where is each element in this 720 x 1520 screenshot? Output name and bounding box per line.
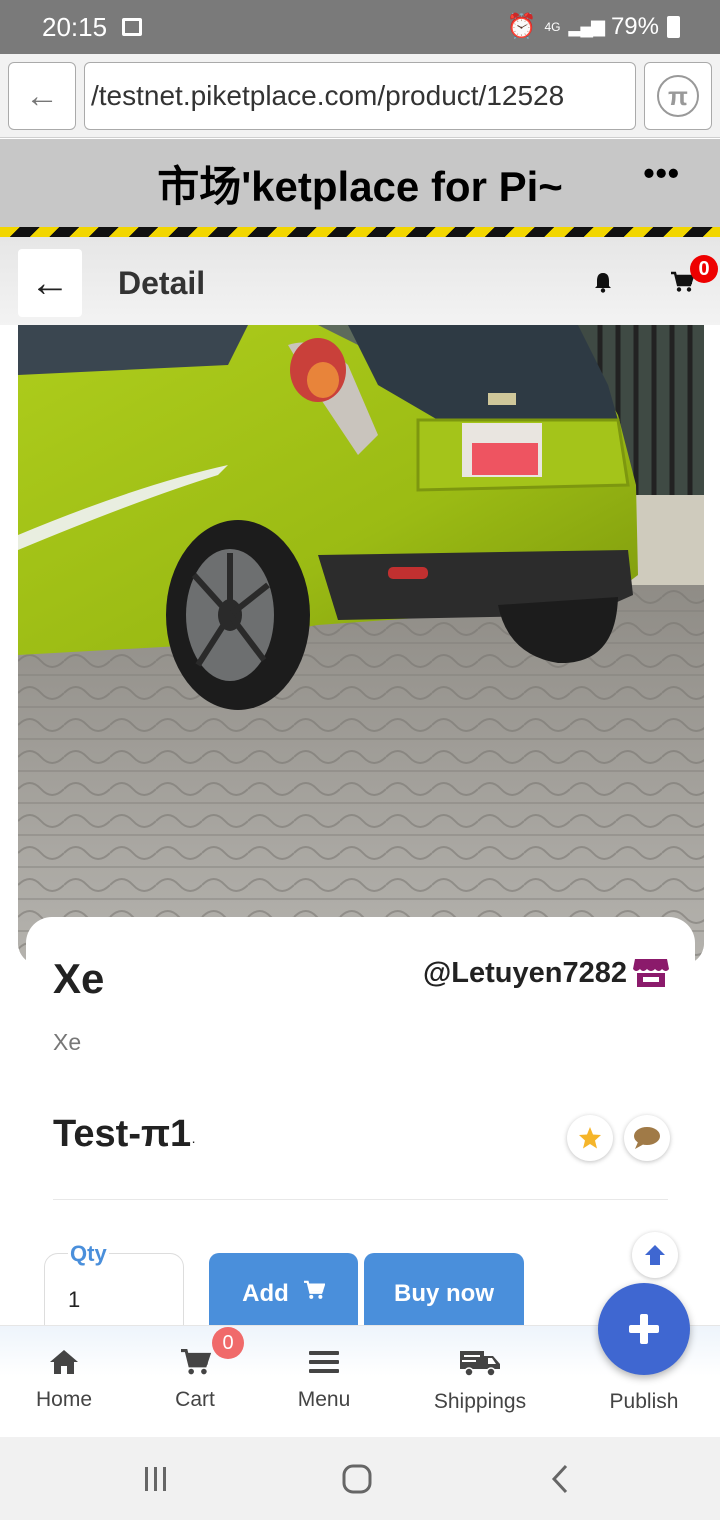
product-image[interactable]	[18, 325, 704, 965]
status-bar: 20:15 ⏰ 4G ▂▄▆ 79%	[0, 0, 720, 54]
product-category: Xe	[53, 1029, 82, 1055]
arrow-left-icon: ←	[25, 76, 59, 115]
more-options-icon[interactable]: •••	[643, 155, 680, 192]
menu-icon	[309, 1351, 339, 1373]
price-value: Test-π1	[53, 1113, 192, 1155]
home-system-button[interactable]	[337, 1461, 377, 1497]
network-type: 4G	[544, 19, 561, 34]
arrow-left-icon: ←	[30, 260, 70, 305]
cart-icon	[181, 1349, 212, 1375]
home-icon	[50, 1350, 78, 1374]
nav-item-shippings[interactable]: Shippings	[420, 1326, 540, 1438]
page-title: Detail	[118, 265, 206, 301]
quantity-value: 1	[68, 1287, 81, 1312]
pi-browser-button[interactable]: π	[644, 62, 712, 130]
site-title: 市场'ketplace for Pi~	[157, 163, 563, 210]
nav-cart-badge: 0	[212, 1327, 244, 1359]
browser-toolbar: ← /testnet.piketplace.com/product/12528 …	[0, 54, 720, 138]
cart-icon	[303, 1280, 325, 1299]
home-circle-icon	[342, 1464, 372, 1494]
recent-apps-button[interactable]	[136, 1461, 176, 1497]
battery-icon	[667, 15, 680, 38]
pi-logo-icon: π	[657, 75, 699, 117]
nav-label-publish: Publish	[609, 1390, 679, 1413]
price-suffix: ·	[191, 1133, 196, 1149]
chat-bubble-icon	[634, 1127, 660, 1149]
quantity-label: Qty	[68, 1241, 109, 1267]
image-notification-icon	[122, 18, 142, 36]
arrow-up-icon	[645, 1245, 665, 1265]
bell-icon[interactable]	[592, 271, 614, 293]
url-field[interactable]: /testnet.piketplace.com/product/12528	[84, 62, 636, 130]
nav-item-menu[interactable]: Menu	[274, 1326, 374, 1438]
site-header: 市场'ketplace for Pi~ •••	[0, 139, 720, 227]
browser-back-button[interactable]: ←	[8, 62, 76, 130]
store-icon[interactable]	[633, 957, 669, 989]
recent-apps-icon	[145, 1467, 166, 1491]
product-name: Xe	[53, 955, 105, 1002]
nav-item-home[interactable]: Home	[14, 1326, 114, 1438]
battery-percent: 79%	[610, 12, 659, 40]
add-button-label: Add	[242, 1280, 289, 1307]
comment-button[interactable]	[624, 1115, 670, 1161]
nav-label-shippings: Shippings	[433, 1390, 527, 1413]
star-icon	[579, 1127, 601, 1149]
product-info-card: Xe @Letuyen7282 Xe Test-π1· Qty 1 Add Bu…	[26, 917, 695, 1363]
seller-link[interactable]: @Letuyen7282	[423, 957, 627, 990]
product-price: Test-π1·	[53, 1113, 196, 1156]
divider	[53, 1199, 668, 1200]
cart-count-badge: 0	[690, 255, 718, 283]
status-time: 20:15	[42, 12, 108, 42]
system-back-button[interactable]	[540, 1461, 580, 1497]
nav-label-home: Home	[35, 1388, 93, 1411]
plus-icon	[629, 1314, 659, 1344]
detail-header: ← Detail 0	[0, 237, 720, 325]
truck-icon	[460, 1351, 500, 1377]
chevron-left-icon	[551, 1464, 568, 1494]
nav-label-menu: Menu	[297, 1388, 351, 1411]
nav-label-cart: Cart	[175, 1388, 215, 1411]
back-button[interactable]: ←	[18, 249, 82, 317]
status-indicators: ⏰ 4G ▂▄▆ 79%	[507, 12, 680, 41]
favorite-button[interactable]	[567, 1115, 613, 1161]
system-navigation-bar	[0, 1437, 720, 1520]
scroll-to-top-button[interactable]	[632, 1232, 678, 1278]
signal-icon: ▂▄▆	[568, 16, 605, 36]
publish-button[interactable]	[598, 1283, 690, 1375]
hazard-stripe-divider	[0, 227, 720, 237]
alarm-icon: ⏰	[506, 13, 537, 40]
